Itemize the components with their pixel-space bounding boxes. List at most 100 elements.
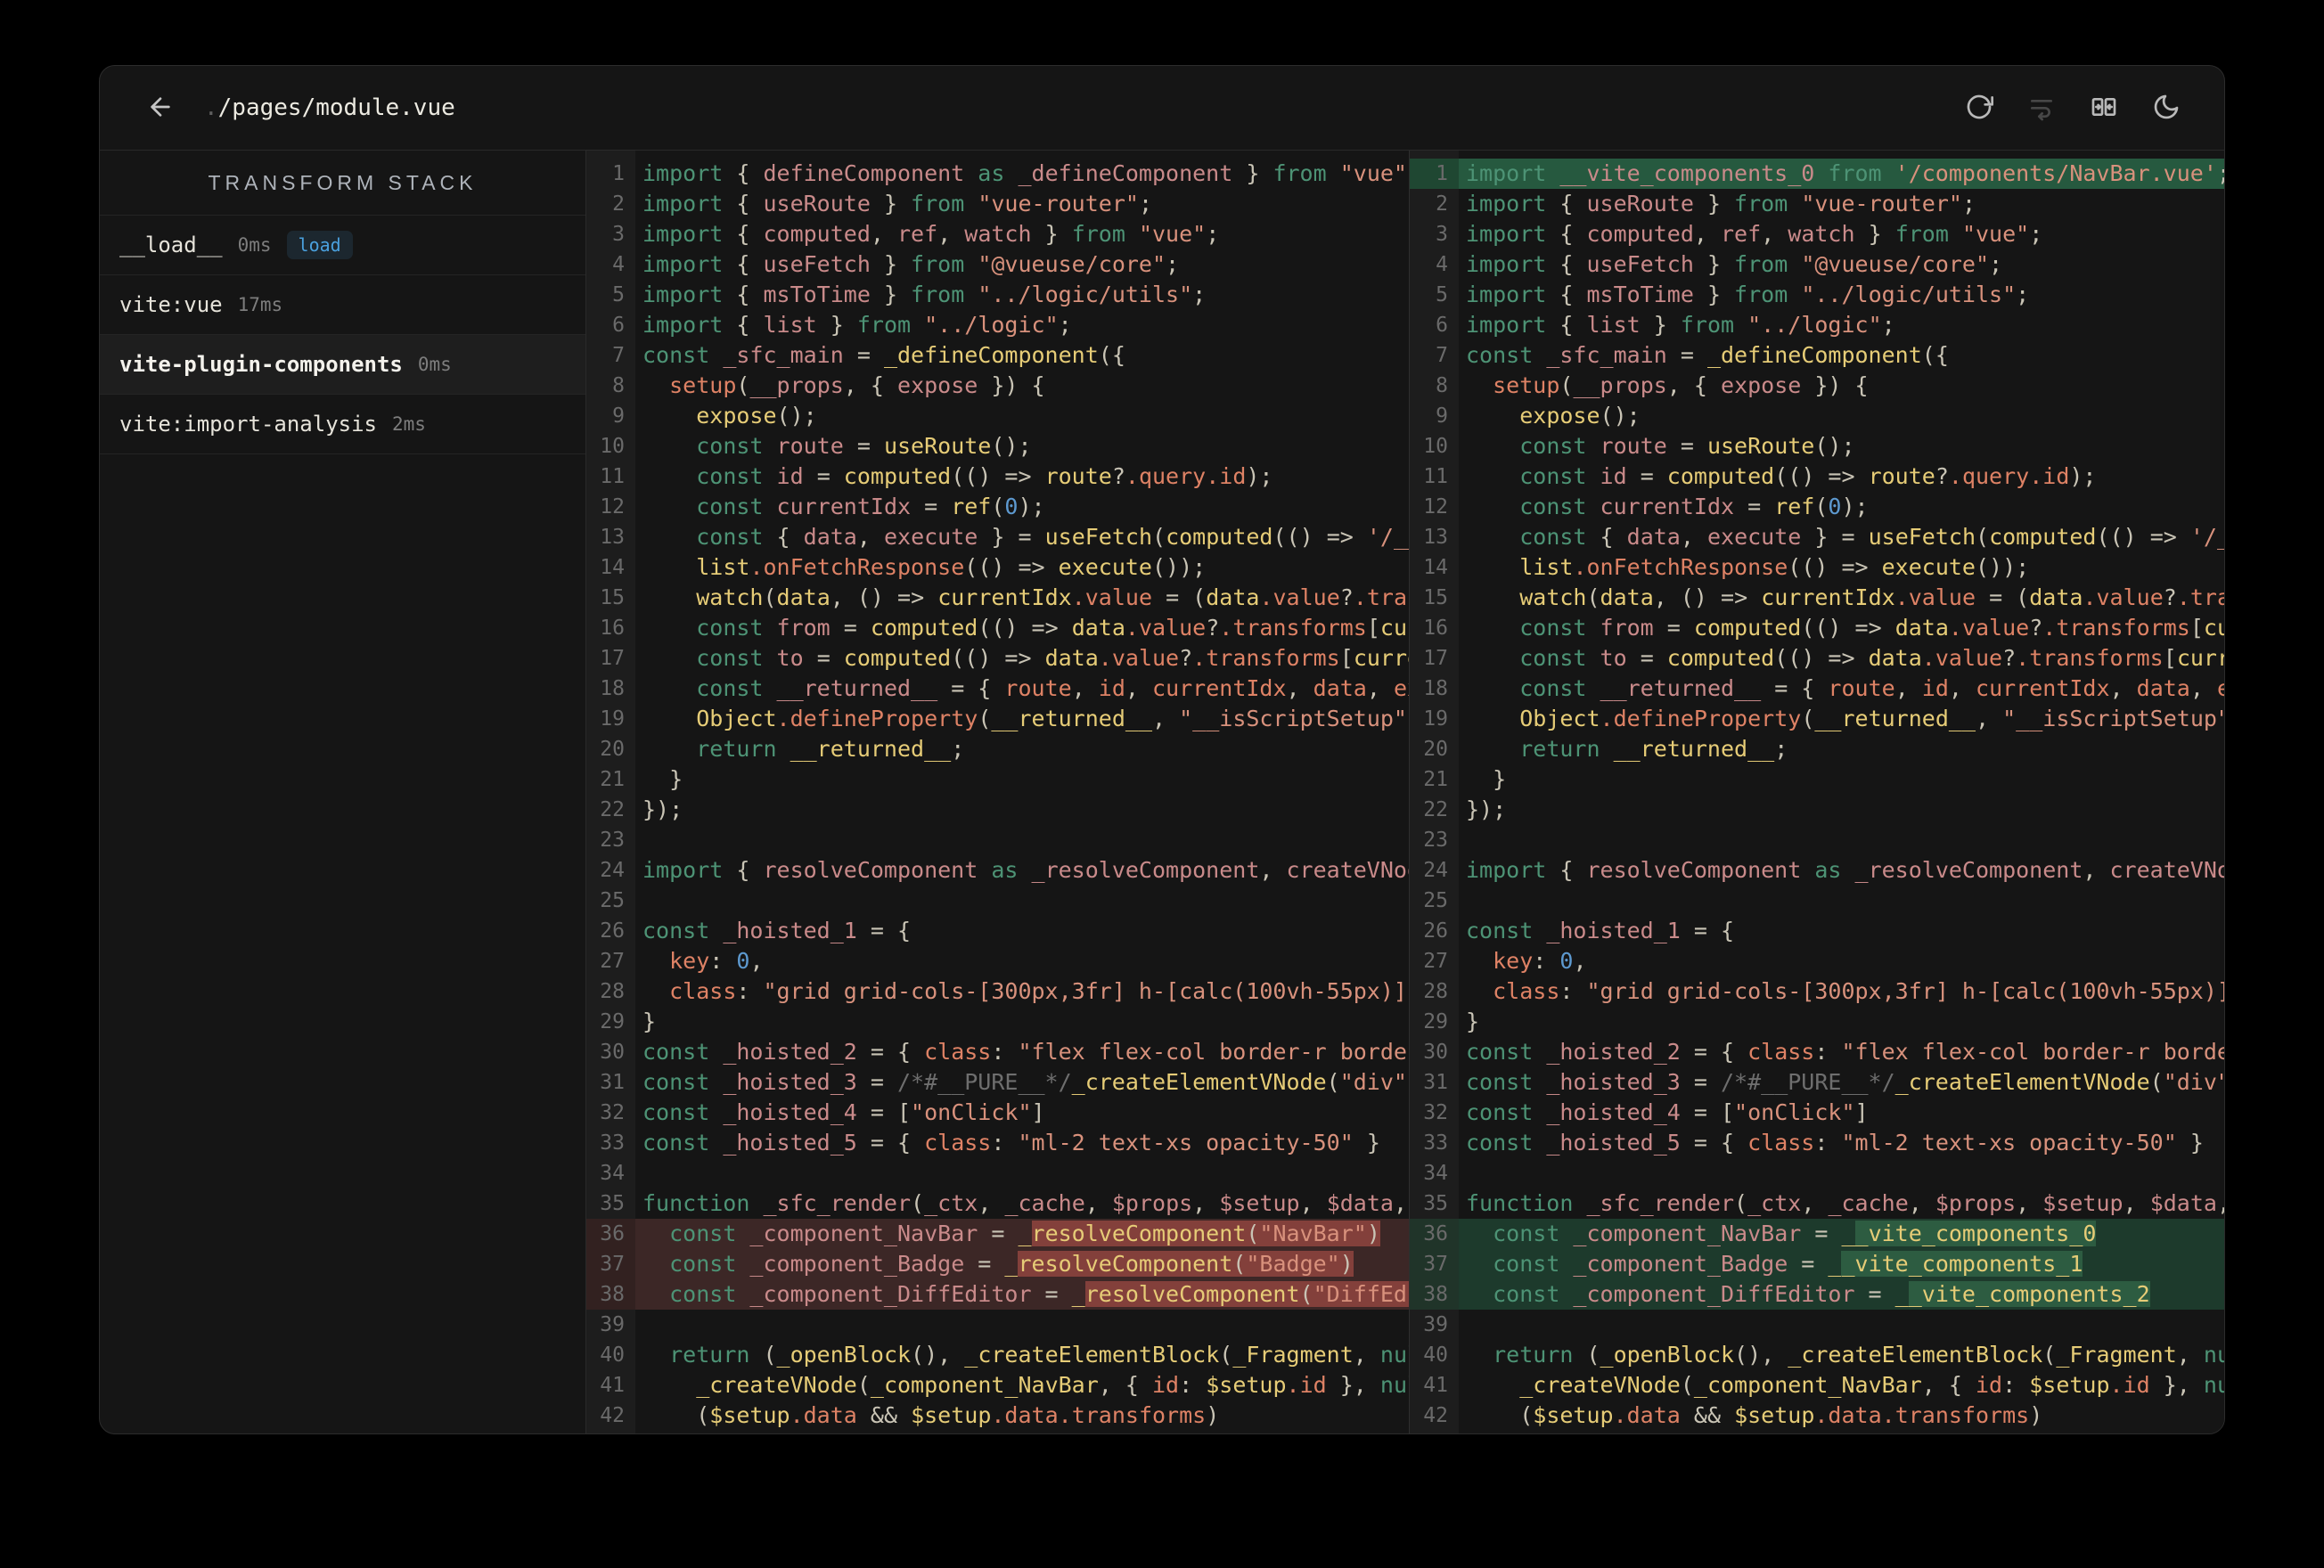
line-number: 2 — [586, 189, 635, 219]
line-number: 27 — [586, 946, 635, 976]
code-line: 34 — [586, 1158, 1409, 1188]
line-number: 15 — [1410, 583, 1459, 613]
line-number: 26 — [1410, 916, 1459, 946]
code-text: const _hoisted_1 = { — [642, 918, 912, 943]
line-number: 37 — [1410, 1249, 1459, 1279]
code-text: return __returned__; — [696, 736, 965, 762]
transform-stack-header: TRANSFORM STACK — [100, 151, 585, 216]
line-wrap-button[interactable] — [2024, 90, 2059, 126]
code-line: 5 import { msToTime } from "../logic/util… — [586, 280, 1409, 310]
code-line: 24 import { resolveComponent as _resolveC… — [586, 855, 1409, 886]
code-line: 37 const _component_Badge = __vite_compo… — [1410, 1249, 2224, 1279]
code-text: class: "grid grid-cols-[300px,3fr] h-[ca… — [1493, 978, 2224, 1004]
code-line: 9 expose(); — [586, 401, 1409, 431]
line-number: 26 — [586, 916, 635, 946]
code-text: const _hoisted_5 = { class: "ml-2 text-x… — [1466, 1130, 2204, 1156]
line-number: 35 — [1410, 1188, 1459, 1219]
code-line: 29} — [1410, 1007, 2224, 1037]
line-number: 7 — [1410, 340, 1459, 371]
code-line: 30 const _hoisted_2 = { class: "flex flex… — [586, 1037, 1409, 1067]
code-text: return (_openBlock(), _createElementBloc… — [1493, 1342, 2224, 1368]
code-line: 12 const currentIdx = ref(0); — [586, 492, 1409, 522]
code-line: 40 return (_openBlock(), _createElementB… — [1410, 1340, 2224, 1370]
line-number: 39 — [586, 1310, 635, 1340]
code-text: function _sfc_render(_ctx, _cache, $prop… — [1466, 1190, 2224, 1216]
code-line: 23 — [586, 825, 1409, 855]
code-line: 16 const from = computed(() => data.valu… — [1410, 613, 2224, 643]
code-line: 6 import { list } from "../logic"; — [1410, 310, 2224, 340]
line-number: 32 — [586, 1098, 635, 1128]
sidebar-item-vite-vue[interactable]: vite:vue 17ms — [100, 275, 585, 335]
code-text: const from = computed(() => data.value?.… — [696, 615, 1409, 641]
code-line: 10 const route = useRoute(); — [586, 431, 1409, 461]
code-text: watch(data, () => currentIdx.value = (da… — [1519, 584, 2224, 610]
code-line: 13 const { data, execute } = useFetch(co… — [1410, 522, 2224, 552]
line-number: 40 — [586, 1340, 635, 1370]
code-text: }); — [642, 796, 683, 822]
line-number: 12 — [1410, 492, 1459, 522]
code-text: const _hoisted_4 = ["onClick"] — [642, 1099, 1045, 1125]
line-number: 4 — [1410, 249, 1459, 280]
code-text: const currentIdx = ref(0); — [696, 494, 1045, 519]
code-text: import { msToTime } from "../logic/utils… — [642, 282, 1207, 307]
line-number: 41 — [586, 1370, 635, 1401]
refresh-button[interactable] — [1961, 90, 1997, 126]
line-number: 3 — [586, 219, 635, 249]
code-line: 3 import { computed, ref, watch } from "v… — [1410, 219, 2224, 249]
diff-view-button[interactable] — [2086, 90, 2122, 126]
line-number: 40 — [1410, 1340, 1459, 1370]
code-line: 36 const _component_NavBar = _resolveCom… — [586, 1219, 1409, 1249]
line-number: 19 — [586, 704, 635, 734]
code-line: 24 import { resolveComponent as _resolveC… — [1410, 855, 2224, 886]
line-number: 19 — [1410, 704, 1459, 734]
line-number: 7 — [586, 340, 635, 371]
code-line: 32 const _hoisted_4 = ["onClick"] — [1410, 1098, 2224, 1128]
code-line: 9 expose(); — [1410, 401, 2224, 431]
code-text: const to = computed(() => data.value?.tr… — [696, 645, 1409, 671]
back-button[interactable] — [143, 90, 178, 126]
line-number: 36 — [586, 1219, 635, 1249]
code-text: setup(__props, { expose }) { — [669, 372, 1045, 398]
module-path: /pages/module.vue — [217, 94, 455, 121]
line-number: 8 — [586, 371, 635, 401]
sidebar-item-vite-plugin-components[interactable]: vite-plugin-components 0ms — [100, 335, 585, 395]
sidebar-item-vite-import-analysis[interactable]: vite:import-analysis 2ms — [100, 395, 585, 454]
code-text: const _component_Badge = __vite_componen… — [1459, 1249, 2224, 1279]
line-number: 31 — [586, 1067, 635, 1098]
line-number: 25 — [586, 886, 635, 916]
code-line: 31 const _hoisted_3 = /*#__PURE__*/_creat… — [1410, 1067, 2224, 1098]
code-line: 18 const __returned__ = { route, id, cur… — [1410, 674, 2224, 704]
line-number: 31 — [1410, 1067, 1459, 1098]
code-line: 33 const _hoisted_5 = { class: "ml-2 text… — [1410, 1128, 2224, 1158]
code-text: expose(); — [696, 403, 817, 429]
code-line: 41 _createVNode(_component_NavBar, { id:… — [1410, 1370, 2224, 1401]
code-line: 11 const id = computed(() => route?.quer… — [586, 461, 1409, 492]
code-line: 13 const { data, execute } = useFetch(co… — [586, 522, 1409, 552]
code-text: import { useFetch } from "@vueuse/core"; — [1466, 251, 2003, 277]
code-line: 38 const _component_DiffEditor = _resolv… — [586, 1279, 1409, 1310]
code-pane-after[interactable]: 1 import __vite_components_0 from '/compo… — [1409, 151, 2224, 1433]
line-number: 39 — [1410, 1310, 1459, 1340]
sidebar-item-load[interactable]: __load__ 0ms load — [100, 216, 585, 275]
code-line: 26 const _hoisted_1 = { — [586, 916, 1409, 946]
code-text: function _sfc_render(_ctx, _cache, $prop… — [642, 1190, 1408, 1216]
plugin-time: 0ms — [237, 234, 272, 256]
line-number: 10 — [1410, 431, 1459, 461]
inspect-window: ./pages/module.vue TRANSFORM STACK __loa… — [99, 65, 2225, 1434]
line-number: 34 — [1410, 1158, 1459, 1188]
code-line: 5 import { msToTime } from "../logic/util… — [1410, 280, 2224, 310]
code-text: import { computed, ref, watch } from "vu… — [1466, 221, 2043, 247]
code-pane-before[interactable]: 1 import { defineComponent as _defineComp… — [586, 151, 1409, 1433]
code-text: _createVNode(_component_NavBar, { id: $s… — [696, 1372, 1409, 1398]
code-text: import { resolveComponent as _resolveCom… — [642, 857, 1409, 883]
line-number: 14 — [586, 552, 635, 583]
code-text: } — [642, 1009, 657, 1034]
dark-mode-button[interactable] — [2148, 90, 2184, 126]
line-number: 13 — [586, 522, 635, 552]
line-number: 20 — [1410, 734, 1459, 764]
code-text: Object.defineProperty(__returned__, "__i… — [696, 706, 1409, 731]
code-text: import { useRoute } from "vue-router"; — [642, 191, 1152, 216]
